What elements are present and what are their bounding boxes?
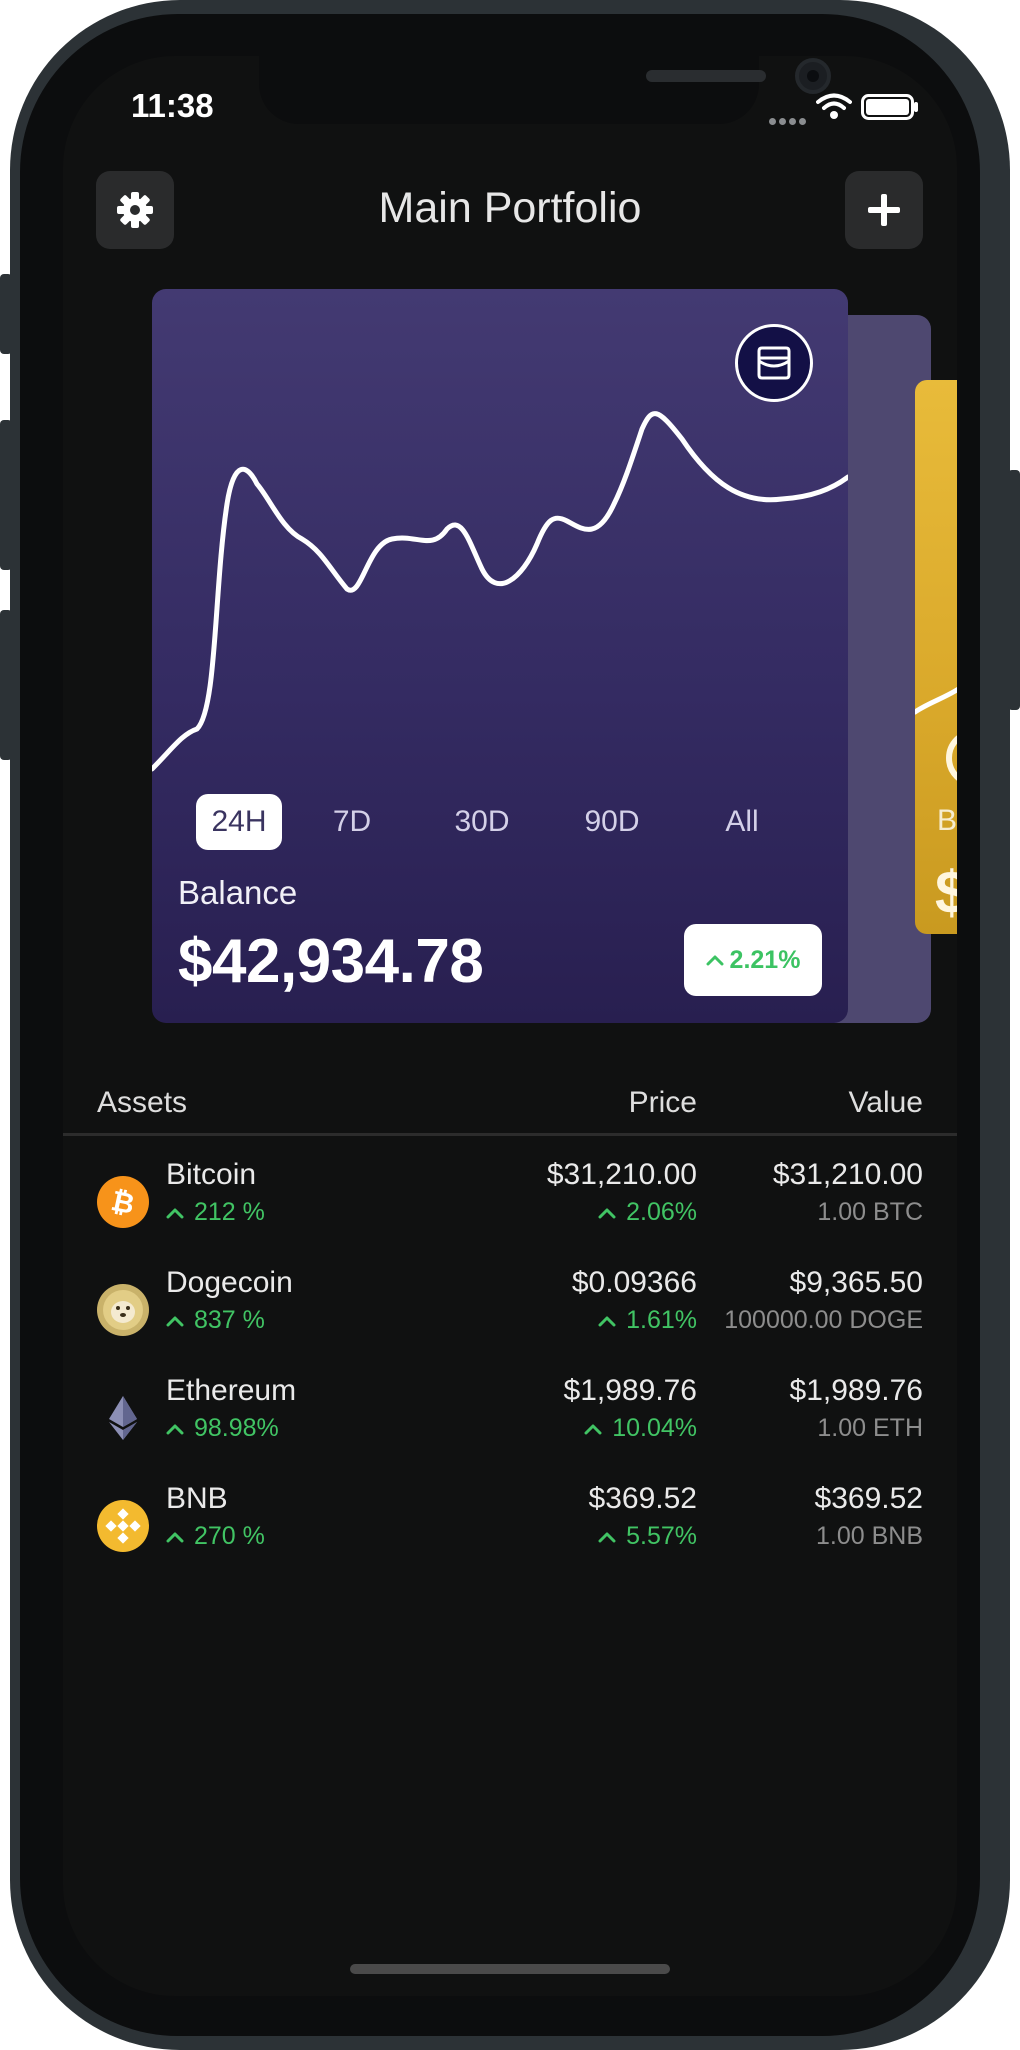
tab-24h[interactable]: 24H — [196, 794, 282, 850]
tab-30d[interactable]: 30D — [437, 794, 527, 850]
chevron-up-icon — [598, 1208, 616, 1218]
asset-price: $31,210.00 — [546, 1158, 697, 1191]
asset-change: 212 % — [166, 1198, 265, 1227]
front-camera — [795, 58, 831, 94]
chevron-up-icon — [706, 955, 724, 966]
asset-price: $0.09366 — [571, 1266, 697, 1299]
asset-change-value: 212 % — [194, 1198, 265, 1226]
chevron-up-icon — [598, 1532, 616, 1542]
asset-value: $1,989.76 — [789, 1374, 923, 1407]
asset-change: 270 % — [166, 1522, 265, 1551]
asset-price-change: 10.04% — [584, 1414, 697, 1443]
asset-holding: 1.00 ETH — [817, 1414, 923, 1442]
asset-price-change-value: 10.04% — [612, 1414, 697, 1442]
asset-holding: 1.00 BNB — [815, 1522, 923, 1550]
tab-90d[interactable]: 90D — [567, 794, 657, 850]
column-header-price[interactable]: Price — [629, 1086, 697, 1120]
asset-row-ethereum[interactable]: Ethereum 98.98% $1,989.76 10.04% $1,989.… — [63, 1374, 957, 1476]
chevron-up-icon — [166, 1316, 184, 1326]
divider — [63, 1133, 957, 1136]
chevron-up-icon — [598, 1316, 616, 1326]
column-header-value[interactable]: Value — [848, 1086, 923, 1120]
tab-7d[interactable]: 7D — [312, 794, 392, 850]
ethereum-icon — [109, 1396, 137, 1440]
asset-value: $369.52 — [814, 1482, 923, 1515]
chevron-up-icon — [584, 1424, 602, 1434]
asset-name: Bitcoin — [166, 1158, 257, 1191]
add-button[interactable] — [845, 171, 923, 249]
assets-table-header: Assets Price Value — [63, 1086, 957, 1136]
balance-sparkline — [152, 411, 848, 772]
asset-change-value: 270 % — [194, 1522, 265, 1550]
wallet-badge[interactable] — [735, 324, 813, 402]
page-title: Main Portfolio — [378, 184, 642, 232]
app-screen: 11:38 Main Portfolio 24H 7D 30D 90D All … — [63, 56, 957, 1996]
sparkline-path — [152, 411, 848, 772]
asset-row-dogecoin[interactable]: Dogecoin 837 % $0.09366 1.61% $9,365.50 … — [63, 1266, 957, 1368]
asset-value: $9,365.50 — [789, 1266, 923, 1299]
asset-change-value: 98.98% — [194, 1414, 279, 1442]
chevron-up-icon — [166, 1532, 184, 1542]
balance-label: Balance — [178, 874, 298, 911]
silent-switch — [0, 274, 12, 354]
asset-name: BNB — [166, 1482, 228, 1515]
asset-change-value: 837 % — [194, 1306, 265, 1334]
column-header-assets[interactable]: Assets — [97, 1086, 187, 1120]
asset-price-change: 5.57% — [598, 1522, 697, 1551]
next-card-sparkline — [915, 686, 957, 781]
gear-icon — [117, 192, 153, 228]
signal-dots-icon — [769, 110, 809, 125]
asset-row-bitcoin[interactable]: ₿ Bitcoin 212 % $31,210.00 2.06% $31,210… — [63, 1158, 957, 1260]
dogecoin-icon — [97, 1284, 149, 1336]
tab-all[interactable]: All — [702, 794, 782, 850]
asset-price-change-value: 2.06% — [626, 1198, 697, 1226]
asset-price-change-value: 1.61% — [626, 1306, 697, 1334]
asset-row-bnb[interactable]: BNB 270 % $369.52 5.57% $369.52 1.00 BNB — [63, 1482, 957, 1584]
next-portfolio-card[interactable]: B $ — [915, 380, 957, 934]
asset-holding: 100000.00 DOGE — [724, 1306, 923, 1334]
asset-change: 98.98% — [166, 1414, 279, 1443]
asset-holding: 1.00 BTC — [817, 1198, 923, 1226]
asset-name: Ethereum — [166, 1374, 297, 1407]
balance-change-badge: 2.21% — [684, 924, 822, 996]
asset-name: Dogecoin — [166, 1266, 293, 1299]
volume-down-button — [0, 610, 12, 760]
portfolio-card[interactable]: 24H 7D 30D 90D All Balance $42,934.78 2.… — [152, 289, 848, 1023]
bitcoin-icon: ₿ — [97, 1176, 149, 1228]
balance-value: $42,934.78 — [178, 927, 484, 996]
asset-price-change-value: 5.57% — [626, 1522, 697, 1550]
chevron-up-icon — [166, 1424, 184, 1434]
asset-price: $1,989.76 — [563, 1374, 697, 1407]
status-time: 11:38 — [131, 87, 214, 124]
volume-up-button — [0, 420, 12, 570]
wifi-icon — [816, 93, 852, 119]
wallet-icon — [757, 346, 791, 380]
asset-value: $31,210.00 — [772, 1158, 923, 1191]
asset-change: 837 % — [166, 1306, 265, 1335]
asset-price: $369.52 — [588, 1482, 697, 1515]
chevron-up-icon — [166, 1208, 184, 1218]
home-indicator[interactable] — [350, 1964, 670, 1974]
asset-price-change: 1.61% — [598, 1306, 697, 1335]
battery-icon — [861, 94, 918, 120]
notch — [259, 56, 831, 124]
time-range-tabs: 24H 7D 30D 90D All — [182, 794, 822, 850]
speaker-grille — [646, 70, 766, 82]
balance-change-value: 2.21% — [729, 945, 801, 974]
bnb-icon — [97, 1500, 149, 1552]
plus-icon — [868, 194, 900, 226]
next-card-value: $ — [935, 859, 957, 926]
power-button — [1008, 470, 1020, 710]
next-card-label: B — [937, 804, 957, 837]
asset-price-change: 2.06% — [598, 1198, 697, 1227]
settings-button[interactable] — [96, 171, 174, 249]
